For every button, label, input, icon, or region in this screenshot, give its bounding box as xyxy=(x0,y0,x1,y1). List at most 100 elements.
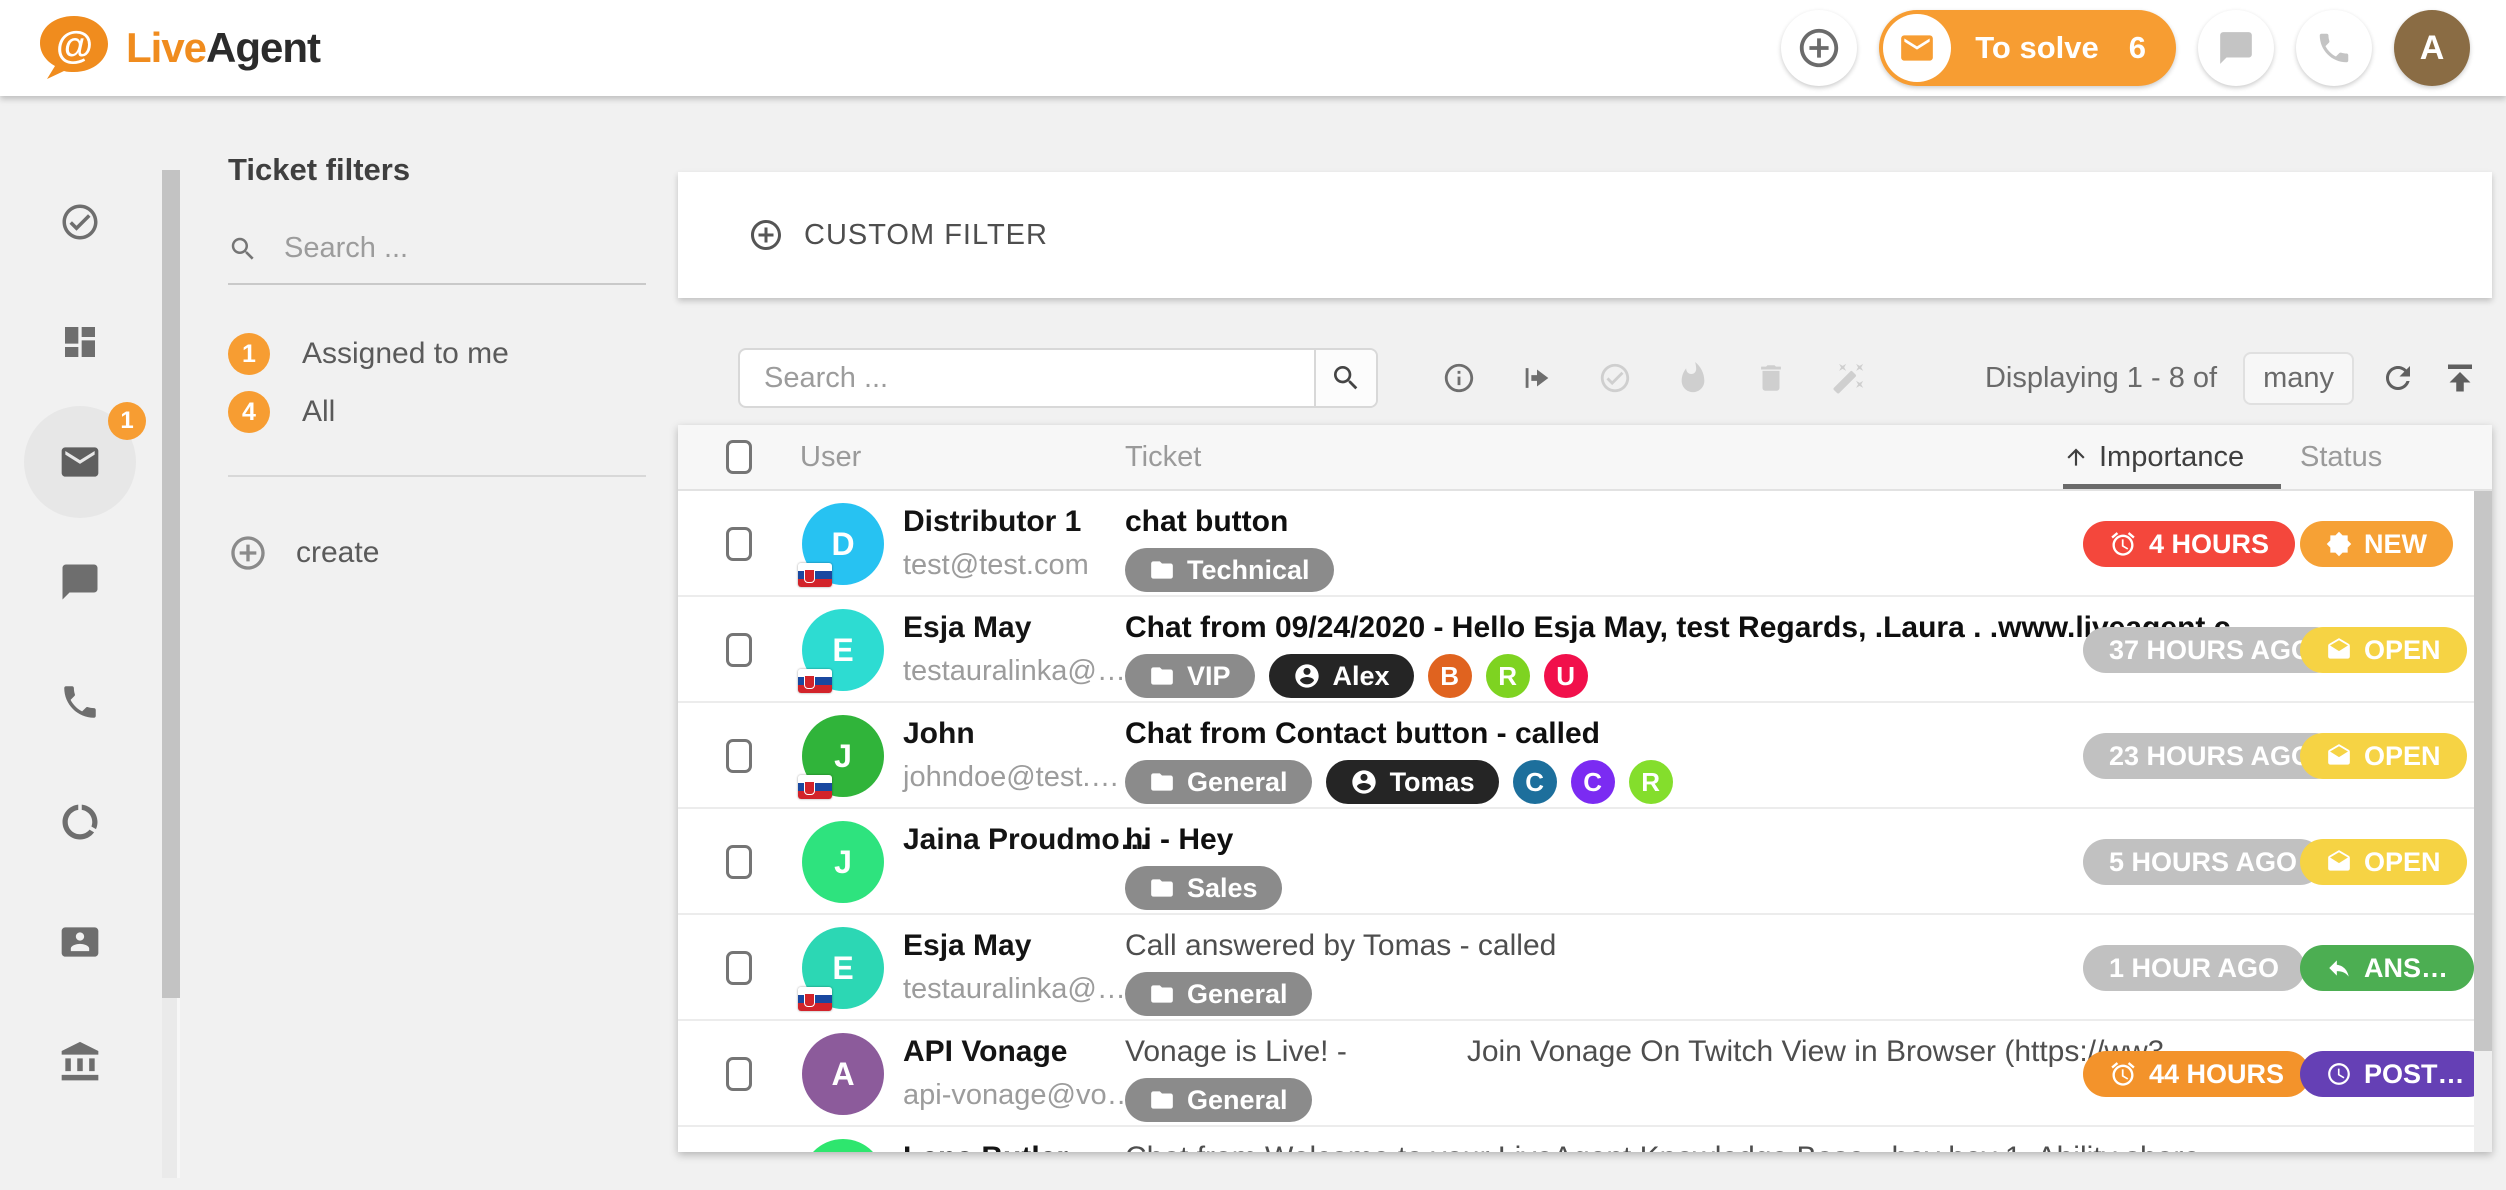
info-button[interactable] xyxy=(1442,361,1476,395)
flame-icon xyxy=(1676,361,1710,395)
transfer-button[interactable] xyxy=(1520,361,1554,395)
row-checkbox[interactable] xyxy=(726,1057,752,1091)
sidebar-item-chats[interactable] xyxy=(0,522,160,642)
sidebar-scrollbar-thumb[interactable] xyxy=(162,170,180,998)
search-icon xyxy=(228,234,258,264)
filter-item-all[interactable]: 4 All xyxy=(228,383,658,441)
initial-tag: C xyxy=(1571,760,1615,804)
search-submit-button[interactable] xyxy=(1314,350,1376,406)
ticket-row[interactable]: A API Vonageapi-vonage@vo… Vonage is Liv… xyxy=(678,1021,2492,1127)
initial-tag-letter: U xyxy=(1556,661,1575,692)
status-label: ANS… xyxy=(2364,953,2448,984)
initial-tag: U xyxy=(1544,654,1588,698)
sidebar-item-contacts[interactable] xyxy=(0,882,160,1002)
filter-item-label: All xyxy=(302,395,335,429)
to-solve-label: To solve xyxy=(1975,30,2098,66)
importance-label: 37 HOURS AGO xyxy=(2109,635,2312,666)
avatar-initial: D xyxy=(831,526,854,563)
avatar-initial: E xyxy=(832,632,853,669)
sidebar-item-dashboard[interactable] xyxy=(0,282,160,402)
filters-search-row[interactable]: Search ... xyxy=(228,232,646,285)
row-checkbox[interactable] xyxy=(726,951,752,985)
ticket-row[interactable]: E Esja Maytestauralinka@… Chat from 09/2… xyxy=(678,597,2492,703)
bulk-actions-button[interactable] xyxy=(1832,361,1866,395)
department-tag: General xyxy=(1125,1078,1312,1122)
select-all-checkbox[interactable] xyxy=(726,440,752,474)
avatar: E xyxy=(802,927,884,1009)
ticket-row[interactable]: D Distributor 1test@test.com chat button… xyxy=(678,491,2492,597)
department-tag: General xyxy=(1125,760,1312,804)
custom-filter-button[interactable]: CUSTOM FILTER xyxy=(678,172,2492,298)
status-label: OPEN xyxy=(2364,847,2441,878)
refresh-button[interactable] xyxy=(2380,360,2416,396)
sort-ascending-icon xyxy=(2063,444,2089,470)
plus-circle-icon xyxy=(748,217,784,253)
tag-label: Tomas xyxy=(1390,767,1475,798)
tag-label: Sales xyxy=(1187,873,1258,904)
importance-badge: 5 HOURS AGO xyxy=(2083,839,2323,885)
ticket-subject: Chat from 09/24/2020 - Hello Esja May, t… xyxy=(1125,611,2075,645)
tag-label: Alex xyxy=(1333,661,1390,692)
sort-active-underline xyxy=(2063,484,2281,489)
displaying-count-chip[interactable]: many xyxy=(2243,352,2354,405)
column-header-status[interactable]: Status xyxy=(2300,441,2382,474)
add-new-button[interactable] xyxy=(1781,10,1857,86)
folder-icon xyxy=(1149,769,1175,795)
column-header-user: User xyxy=(800,441,861,474)
create-filter-button[interactable]: create xyxy=(228,533,658,573)
filters-search-input[interactable]: Search ... xyxy=(284,232,408,265)
sidebar-item-tickets[interactable]: 1 xyxy=(0,402,160,522)
list-scrollbar[interactable] xyxy=(2474,491,2492,1152)
avatar-initial: J xyxy=(834,844,852,881)
initial-tag-letter: C xyxy=(1525,767,1544,798)
to-solve-count: 6 xyxy=(2129,30,2146,66)
sidebar-scrollbar[interactable] xyxy=(162,170,180,1178)
to-solve-button[interactable]: To solve 6 xyxy=(1879,10,2176,86)
avatar: J xyxy=(802,715,884,797)
sidebar-item-tasks[interactable] xyxy=(0,162,160,282)
importance-label: 23 HOURS AGO xyxy=(2109,741,2312,772)
agent-icon xyxy=(1350,768,1378,796)
list-scrollbar-thumb[interactable] xyxy=(2474,491,2492,1051)
status-label: OPEN xyxy=(2364,741,2441,772)
spam-button[interactable] xyxy=(1676,361,1710,395)
row-checkbox[interactable] xyxy=(726,845,752,879)
liveagent-logo: @ LiveAgent xyxy=(36,14,320,82)
column-header-importance[interactable]: Importance xyxy=(2063,441,2244,474)
sidebar-item-calls[interactable] xyxy=(0,642,160,762)
filter-item-assigned-to-me[interactable]: 1 Assigned to me xyxy=(228,325,658,383)
chats-icon xyxy=(59,561,101,603)
reply-arrow-icon xyxy=(2326,955,2352,981)
tag-label: General xyxy=(1187,979,1288,1010)
importance-badge: 4 HOURS xyxy=(2083,521,2295,567)
to-solve-envelope-circle xyxy=(1883,14,1951,82)
ticket-row[interactable]: J Jaina Proudmo… hi - Hey Sales 5 HOURS … xyxy=(678,809,2492,915)
search-icon xyxy=(1330,362,1362,394)
ticket-search-box xyxy=(738,348,1378,408)
ticket-search-input[interactable] xyxy=(740,350,1314,406)
chats-quick-button[interactable] xyxy=(2198,10,2274,86)
resolve-button[interactable] xyxy=(1598,361,1632,395)
ticket-row[interactable]: E Esja Maytestauralinka@… Call answered … xyxy=(678,915,2492,1021)
sidebar-item-departments[interactable] xyxy=(0,1002,160,1122)
ticket-row[interactable]: J Johnjohndoe@test.… Chat from Contact b… xyxy=(678,703,2492,809)
row-checkbox[interactable] xyxy=(726,633,752,667)
ticket-row[interactable]: Lena Butler Chat from Welcome to your Li… xyxy=(678,1127,2492,1152)
calls-quick-button[interactable] xyxy=(2296,10,2372,86)
importance-label: 1 HOUR AGO xyxy=(2109,953,2279,984)
contact-email: testauralinka@… xyxy=(903,973,1118,1006)
department-tag: VIP xyxy=(1125,654,1255,698)
initial-tag-letter: R xyxy=(1641,767,1660,798)
sidebar-item-online-visitors[interactable] xyxy=(0,762,160,882)
top-bar: @ LiveAgent To solve 6 A xyxy=(0,0,2506,96)
scroll-to-top-button[interactable] xyxy=(2442,360,2478,396)
avatar xyxy=(802,1139,884,1152)
user-avatar-initial: A xyxy=(2420,29,2445,68)
delete-button[interactable] xyxy=(1754,361,1788,395)
row-checkbox[interactable] xyxy=(726,739,752,773)
transfer-arrow-icon xyxy=(1520,361,1554,395)
row-checkbox[interactable] xyxy=(726,527,752,561)
user-avatar[interactable]: A xyxy=(2394,10,2470,86)
clock-icon xyxy=(2326,1061,2352,1087)
ticket-subject: Chat from Contact button - called xyxy=(1125,717,2075,751)
